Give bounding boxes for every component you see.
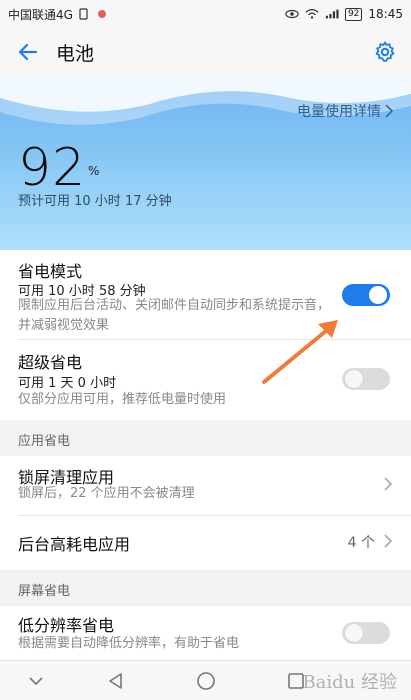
- carrier-label: 中国联通4G: [8, 7, 73, 22]
- settings-button[interactable]: [359, 28, 411, 76]
- eye-icon: [285, 9, 299, 19]
- background-heavy-row[interactable]: 后台高耗电应用 4 个: [0, 516, 411, 566]
- battery-icon: 92: [344, 7, 363, 21]
- page-title: 电池: [56, 42, 95, 65]
- chevron-right-icon: [384, 477, 393, 491]
- arrow-left-icon: [18, 43, 38, 61]
- signal-icon: [325, 9, 339, 19]
- annotation-arrow: [262, 320, 338, 384]
- background-heavy-count: 4 个: [347, 535, 375, 551]
- ultra-saving-toggle[interactable]: [342, 368, 390, 390]
- battery-estimate: 预计可用 10 小时 17 分钟: [18, 194, 172, 209]
- low-resolution-toggle[interactable]: [342, 622, 390, 644]
- background-heavy-title: 后台高耗电应用: [18, 535, 131, 554]
- section-app-saving: 应用省电: [0, 420, 411, 456]
- low-resolution-description: 根据需要自动降低分辨率，有助于省电: [18, 636, 240, 651]
- usage-details-link[interactable]: 电量使用详情: [297, 101, 393, 121]
- app-bar: 电池: [0, 28, 411, 76]
- power-saving-title: 省电模式: [18, 262, 83, 281]
- toggle-knob: [369, 286, 387, 304]
- circle-home-icon: [197, 672, 215, 690]
- back-nav-button[interactable]: [104, 669, 128, 693]
- sim-icon: [79, 8, 88, 20]
- wifi-icon: [305, 9, 319, 19]
- triangle-back-icon: [109, 673, 122, 689]
- home-nav-button[interactable]: [194, 669, 218, 693]
- power-saving-mode-row[interactable]: 省电模式 可用 10 小时 58 分钟 限制应用后台活动、关闭邮件自动同步和系统…: [0, 250, 411, 340]
- hide-nav-button[interactable]: [24, 669, 48, 693]
- battery-percent: 92: [18, 138, 87, 198]
- section-screen-saving: 屏幕省电: [0, 570, 411, 606]
- chevron-right-icon: [384, 534, 393, 548]
- ultra-saving-description: 仅部分应用可用，推荐低电量时使用: [18, 392, 227, 407]
- ultra-saving-row[interactable]: 超级省电 可用 1 天 0 小时 仅部分应用可用，推荐低电量时使用: [0, 340, 411, 420]
- battery-header: 电量使用详情 92 % 预计可用 10 小时 17 分钟: [0, 76, 411, 250]
- section-label: 屏幕省电: [18, 584, 71, 599]
- low-resolution-row[interactable]: 低分辨率省电 根据需要自动降低分辨率，有助于省电: [0, 606, 411, 660]
- section-label: 应用省电: [18, 434, 71, 449]
- chevron-right-icon: [385, 104, 393, 118]
- watermark: Baidu 经验: [302, 672, 397, 693]
- toggle-knob: [345, 624, 363, 642]
- percent-sign: %: [88, 164, 100, 178]
- lockscreen-clean-description: 锁屏后，22 个应用不会被清理: [18, 486, 195, 501]
- low-resolution-title: 低分辨率省电: [18, 616, 115, 635]
- status-bar: 中国联通4G 92 18:45: [0, 0, 411, 28]
- gear-icon: [375, 41, 395, 62]
- back-button[interactable]: [0, 28, 56, 76]
- ultra-saving-available: 可用 1 天 0 小时: [18, 376, 117, 391]
- chevron-down-icon: [29, 677, 43, 686]
- clock: 18:45: [368, 7, 403, 21]
- ultra-saving-title: 超级省电: [18, 353, 83, 372]
- power-saving-toggle[interactable]: [342, 284, 390, 306]
- lockscreen-clean-row[interactable]: 锁屏清理应用 锁屏后，22 个应用不会被清理: [0, 456, 411, 516]
- usage-details-label: 电量使用详情: [297, 104, 381, 120]
- notification-icon: [97, 10, 106, 18]
